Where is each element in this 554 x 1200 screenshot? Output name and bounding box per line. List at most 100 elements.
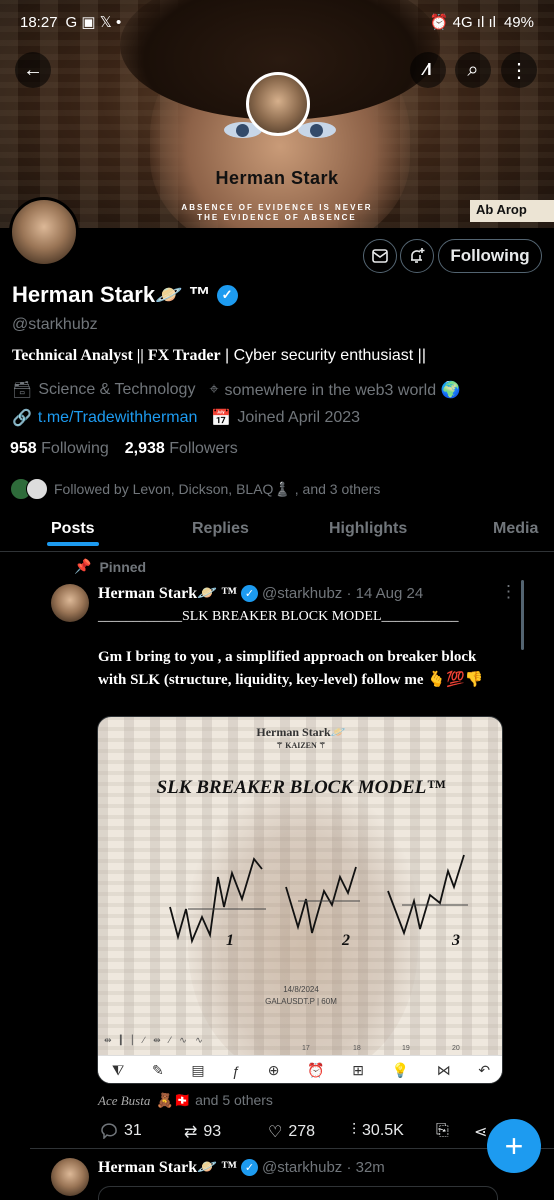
following-button[interactable]: Following (438, 239, 542, 273)
more-options-button[interactable]: ⋮ (501, 52, 537, 88)
follower-avatar (26, 478, 48, 500)
more-vertical-icon: ⋮ (509, 59, 529, 82)
undo-icon[interactable]: ↶ (478, 1062, 490, 1079)
verified-badge-icon: ✓ (216, 284, 238, 306)
back-button[interactable]: ← (15, 52, 51, 88)
tab-media[interactable]: Media (493, 520, 538, 538)
media-axis-tick: 17 (302, 1045, 310, 1052)
reply-button[interactable]: 31 (100, 1122, 142, 1140)
tweet-body: Gm I bring to you , a simplified approac… (98, 649, 484, 688)
profile-category: Science & Technology (38, 381, 196, 398)
media-axis-tick: 20 (452, 1045, 460, 1052)
model-label-3: 3 (452, 932, 460, 949)
back-arrow-icon: ← (23, 58, 43, 81)
profile-meta-row-1: 🗃 Science & Technology ⌖ somewhere in th… (12, 380, 461, 400)
price-path-2 (285, 866, 357, 934)
next-tweet-avatar[interactable] (51, 1158, 89, 1196)
bio-bold: Technical Analyst || FX Trader (12, 347, 221, 364)
profile-handle: @starkhubz (12, 316, 98, 333)
reactors-text: 🧸🇨🇭 and 5 others (156, 1092, 273, 1108)
profile-avatar[interactable] (9, 197, 79, 267)
lightbulb-icon[interactable]: 💡 (392, 1062, 409, 1079)
followed-by[interactable]: Followed by Levon, Dickson, BLAQ♟️ , and… (10, 478, 380, 500)
active-tab-indicator (47, 542, 99, 546)
next-tweet-quote-frame (98, 1186, 498, 1200)
pin-icon: 📌 (74, 558, 92, 574)
bell-plus-icon (411, 248, 425, 263)
profile-joined: Joined April 2023 (237, 409, 361, 426)
repost-button[interactable]: ⇄ 93 (184, 1122, 221, 1142)
share-icon: ⋖ (474, 1124, 488, 1141)
search-button[interactable]: ⌕ (455, 52, 491, 88)
like-count: 278 (288, 1123, 316, 1140)
followed-by-text: Followed by Levon, Dickson, BLAQ♟️ , and… (54, 480, 381, 497)
media-kaizen: ⚚ KAIZEN ⚚ (276, 741, 326, 750)
alarm-icon[interactable]: ⏰ (307, 1062, 324, 1079)
scroll-indicator (521, 580, 524, 650)
price-path-3 (387, 854, 465, 936)
media-date: 14/8/2024 (283, 985, 319, 994)
follow-counts: 958 Following 2,938 Followers (10, 440, 238, 458)
heart-icon: ♡ (268, 1124, 283, 1141)
model-label-1: 1 (226, 932, 234, 949)
tab-replies[interactable]: Replies (192, 520, 249, 538)
media-axis-tick: 19 (402, 1045, 410, 1052)
compose-post-button[interactable]: + (487, 1119, 541, 1173)
banner-tagline: ABSENCE OF EVIDENCE IS NEVER THE EVIDENC… (181, 203, 373, 222)
banner-avatar (246, 72, 310, 136)
tweet-author-name[interactable]: Herman Stark🪐 ™ (98, 583, 237, 603)
bookmark-button[interactable]: ⎘ (436, 1122, 449, 1140)
profile-location: somewhere in the web3 world 🌍 (224, 382, 461, 399)
tweet-more-icon[interactable]: ⋮ (500, 582, 517, 602)
tweet-line1: ____________SLK BREAKER BLOCK MODEL_____… (98, 609, 459, 624)
message-button[interactable] (363, 239, 397, 273)
next-tweet-handle-date: @starkhubz · 32m (262, 1158, 385, 1176)
chart-toolbar: ⧨ ✎ ▤ ƒ ⊕ ⏰ ⊞ 💡 ⋈ ↶ (98, 1055, 502, 1083)
envelope-icon (372, 249, 388, 263)
breaker-block-drawing (169, 854, 468, 945)
next-tweet-author-name[interactable]: Herman Stark🪐 ™ (98, 1157, 237, 1177)
profile-link[interactable]: t.me/Tradewithherman (38, 409, 197, 427)
grid-icon[interactable]: ⊞ (352, 1062, 364, 1079)
tweet-avatar[interactable] (51, 584, 89, 622)
share-nodes-icon[interactable]: ⋈ (437, 1062, 451, 1079)
tab-highlights[interactable]: Highlights (329, 520, 407, 538)
tweet-media-image[interactable]: Herman Stark🪐 ⚚ KAIZEN ⚚ SLK BREAKER BLO… (97, 716, 503, 1084)
profile-meta-row-2: 🔗 t.me/Tradewithherman 📅 Joined April 20… (12, 408, 360, 428)
function-icon[interactable]: ƒ (232, 1063, 240, 1079)
note-icon[interactable]: ▤ (191, 1062, 204, 1079)
following-link[interactable]: 958 Following (10, 440, 109, 458)
tweet-header: Herman Stark🪐 ™ ✓ @starkhubz · 14 Aug 24 (98, 583, 423, 603)
media-axis-tick: 18 (353, 1045, 361, 1052)
repost-count: 93 (203, 1123, 222, 1140)
battery-level: 49% (503, 13, 534, 31)
media-pair: GALAUSDT.P | 60M (265, 997, 337, 1006)
grok-button[interactable]: ⁄l (410, 52, 446, 88)
share-button[interactable]: ⋖ (474, 1122, 487, 1142)
repost-icon: ⇄ (184, 1124, 198, 1141)
plus-icon: + (504, 1127, 524, 1164)
tab-posts[interactable]: Posts (51, 520, 95, 538)
pinned-label: 📌 Pinned (74, 558, 146, 575)
tweet-reactors[interactable]: Ace Busta 🧸🇨🇭 and 5 others (98, 1092, 273, 1109)
view-count: 30.5K (362, 1122, 404, 1139)
like-button[interactable]: ♡ 278 (268, 1122, 315, 1142)
banner-name: Herman Stark (215, 168, 339, 188)
profile-display-name: Herman Stark🪐 ™ ✓ (12, 282, 238, 308)
link-icon: 🔗 (12, 410, 32, 427)
profile-bio: Technical Analyst || FX Trader | Cyber s… (12, 347, 426, 365)
notifications-bell-button[interactable] (400, 239, 434, 273)
banner-corner-text: Ab Arop (470, 200, 554, 222)
add-circle-icon[interactable]: ⊕ (268, 1062, 280, 1079)
pen-icon[interactable]: ✎ (152, 1062, 164, 1079)
location-pin-icon: ⌖ (209, 381, 219, 398)
views-button[interactable]: ⫶ 30.5K (352, 1122, 404, 1140)
bar-chart-icon: ⫶ (352, 1122, 357, 1139)
status-bar: 18:27 G ▣ 𝕏 • ⏰ 4G ıl ıl 49% (0, 0, 554, 44)
verified-badge-icon: ✓ (241, 1158, 259, 1176)
notification-icons: G ▣ 𝕏 • (65, 14, 122, 31)
search-icon: ⌕ (467, 58, 479, 81)
reactor-signature: Ace Busta (98, 1092, 151, 1108)
followers-link[interactable]: 2,938 Followers (125, 440, 238, 458)
candles-icon[interactable]: ⧨ (112, 1062, 125, 1079)
